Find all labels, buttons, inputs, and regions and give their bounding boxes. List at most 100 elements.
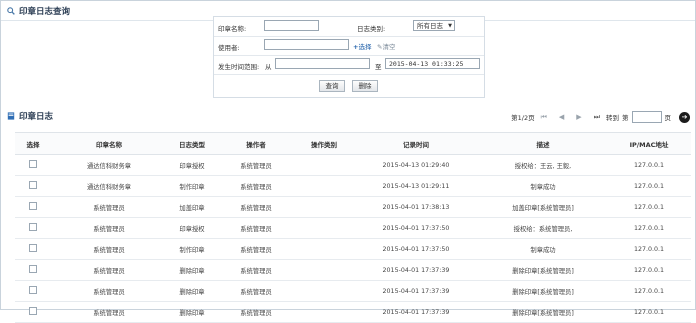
time-range-label: 发生时间范围: — [218, 63, 260, 71]
log-type-select[interactable]: 所有日志 ▼ — [413, 20, 455, 31]
cell-ip: 127.0.0.1 — [607, 280, 691, 302]
row-checkbox[interactable] — [29, 160, 37, 168]
log-type-selected: 所有日志 — [417, 22, 443, 30]
table-row[interactable]: 通达信科财务章 制作印章 系统管理员 2015-04-13 01:29:11 制… — [15, 175, 691, 197]
log-title: 印章日志 — [19, 112, 54, 122]
cell-description: 删除印章[系统管理员] — [479, 301, 607, 323]
last-page-icon[interactable]: ⏭ — [594, 113, 600, 122]
col-header-select: 选择 — [15, 132, 51, 155]
col-header-operation-category[interactable]: 操作类别 — [295, 132, 353, 155]
table-row[interactable]: 系统管理员 删除印章 系统管理员 2015-04-01 17:37:39 删除印… — [15, 301, 691, 323]
table-row[interactable]: 系统管理员 印章授权 系统管理员 2015-04-01 17:37:50 授权给… — [15, 217, 691, 239]
cell-ip: 127.0.0.1 — [607, 301, 691, 323]
cell-seal-name: 系统管理员 — [51, 238, 167, 260]
cell-record-time: 2015-04-01 17:37:39 — [353, 280, 479, 302]
table-row[interactable]: 通达信科财务章 印章授权 系统管理员 2015-04-13 01:29:40 授… — [15, 154, 691, 176]
cell-operator: 系统管理员 — [217, 217, 295, 239]
select-user-link[interactable]: +选择 — [353, 41, 371, 51]
query-title: 印章日志查询 — [19, 7, 71, 17]
cell-seal-name: 系统管理员 — [51, 217, 167, 239]
cell-operator: 系统管理员 — [217, 280, 295, 302]
cell-ip: 127.0.0.1 — [607, 217, 691, 239]
cell-log-type: 加盖印章 — [167, 196, 217, 218]
goto-label: 转到 — [606, 114, 619, 122]
row-checkbox[interactable] — [29, 202, 37, 210]
cell-record-time: 2015-04-01 17:38:13 — [353, 196, 479, 218]
delete-button[interactable]: 删除 — [352, 80, 378, 92]
seal-name-input[interactable] — [264, 20, 319, 31]
cell-log-type: 印章授权 — [167, 154, 217, 176]
cell-description: 制章成功 — [479, 175, 607, 197]
cell-operation-category — [295, 154, 353, 176]
cell-record-time: 2015-04-01 17:37:39 — [353, 301, 479, 323]
cell-seal-name: 系统管理员 — [51, 280, 167, 302]
prev-page-icon[interactable]: ◀ — [559, 113, 564, 121]
next-page-icon[interactable]: ▶ — [576, 113, 581, 121]
seal-name-label: 印章名称: — [218, 25, 247, 33]
log-table: 选择 印章名称 日志类型 操作者 操作类别 记录时间 描述 IP/MAC地址 通… — [15, 132, 691, 323]
table-header-row: 选择 印章名称 日志类型 操作者 操作类别 记录时间 描述 IP/MAC地址 — [15, 132, 691, 155]
cell-description: 授权给：系统管理员, — [479, 217, 607, 239]
pagination: 第1/2页 ⏮ ◀ ▶ ⏭ 转到 第 页 ➔ — [511, 110, 690, 124]
col-header-record-time[interactable]: 记录时间 — [353, 132, 479, 155]
cell-record-time: 2015-04-13 01:29:11 — [353, 175, 479, 197]
cell-ip: 127.0.0.1 — [607, 238, 691, 260]
row-checkbox[interactable] — [29, 265, 37, 273]
query-form: 印章名称: 日志类别: 所有日志 ▼ 使用者: +选择 ✎清空 发生时间范围: … — [213, 16, 485, 98]
col-header-operator[interactable]: 操作者 — [217, 132, 295, 155]
goto-page-input[interactable] — [631, 111, 662, 123]
cell-record-time: 2015-04-13 01:29:40 — [353, 154, 479, 176]
cell-operation-category — [295, 301, 353, 323]
cell-description: 授权给：王云, 王毅, — [479, 154, 607, 176]
page-suffix: 页 — [664, 114, 672, 122]
cell-log-type: 制作印章 — [167, 175, 217, 197]
go-arrow-icon[interactable]: ➔ — [679, 111, 690, 123]
table-row[interactable]: 系统管理员 删除印章 系统管理员 2015-04-01 17:37:39 删除印… — [15, 280, 691, 302]
user-input[interactable] — [264, 39, 349, 50]
cell-ip: 127.0.0.1 — [607, 154, 691, 176]
cell-record-time: 2015-04-01 17:37:50 — [353, 238, 479, 260]
cell-ip: 127.0.0.1 — [607, 196, 691, 218]
start-time-input[interactable] — [275, 58, 370, 69]
cell-operator: 系统管理员 — [217, 301, 295, 323]
row-checkbox[interactable] — [29, 244, 37, 252]
cell-seal-name: 系统管理员 — [51, 301, 167, 323]
search-button[interactable]: 查询 — [319, 80, 345, 92]
cell-operation-category — [295, 196, 353, 218]
cell-operator: 系统管理员 — [217, 238, 295, 260]
cell-record-time: 2015-04-01 17:37:39 — [353, 259, 479, 281]
cell-operation-category — [295, 217, 353, 239]
to-label: 至 — [375, 63, 382, 71]
cell-operation-category — [295, 175, 353, 197]
col-header-log-type[interactable]: 日志类型 — [167, 132, 217, 155]
row-checkbox[interactable] — [29, 307, 37, 315]
cell-seal-name: 通达信科财务章 — [51, 154, 167, 176]
table-row[interactable]: 系统管理员 删除印章 系统管理员 2015-04-01 17:37:39 删除印… — [15, 259, 691, 281]
row-checkbox[interactable] — [29, 223, 37, 231]
cell-log-type: 删除印章 — [167, 280, 217, 302]
user-label: 使用者: — [218, 44, 240, 52]
col-header-description[interactable]: 描述 — [479, 132, 607, 155]
col-header-ip-mac[interactable]: IP/MAC地址 — [607, 132, 691, 155]
end-time-input[interactable]: 2015-04-13 01:33:25 — [385, 58, 480, 69]
cell-log-type: 删除印章 — [167, 301, 217, 323]
cell-log-type: 印章授权 — [167, 217, 217, 239]
table-row[interactable]: 系统管理员 加盖印章 系统管理员 2015-04-01 17:38:13 加盖印… — [15, 196, 691, 218]
clear-user-link[interactable]: ✎清空 — [377, 41, 395, 51]
cell-ip: 127.0.0.1 — [607, 175, 691, 197]
search-icon — [7, 7, 15, 15]
row-checkbox[interactable] — [29, 181, 37, 189]
book-icon — [7, 112, 15, 120]
first-page-icon[interactable]: ⏮ — [541, 113, 547, 122]
log-type-label: 日志类别: — [357, 25, 386, 33]
page-prefix: 第 — [622, 114, 629, 122]
cell-operator: 系统管理员 — [217, 154, 295, 176]
query-row-time: 发生时间范围: 从 至 2015-04-13 01:33:25 — [214, 55, 484, 75]
col-header-seal-name[interactable]: 印章名称 — [51, 132, 167, 155]
cell-ip: 127.0.0.1 — [607, 259, 691, 281]
table-row[interactable]: 系统管理员 制作印章 系统管理员 2015-04-01 17:37:50 制章成… — [15, 238, 691, 260]
cell-log-type: 删除印章 — [167, 259, 217, 281]
cell-description: 制章成功 — [479, 238, 607, 260]
from-label: 从 — [265, 63, 272, 71]
row-checkbox[interactable] — [29, 286, 37, 294]
